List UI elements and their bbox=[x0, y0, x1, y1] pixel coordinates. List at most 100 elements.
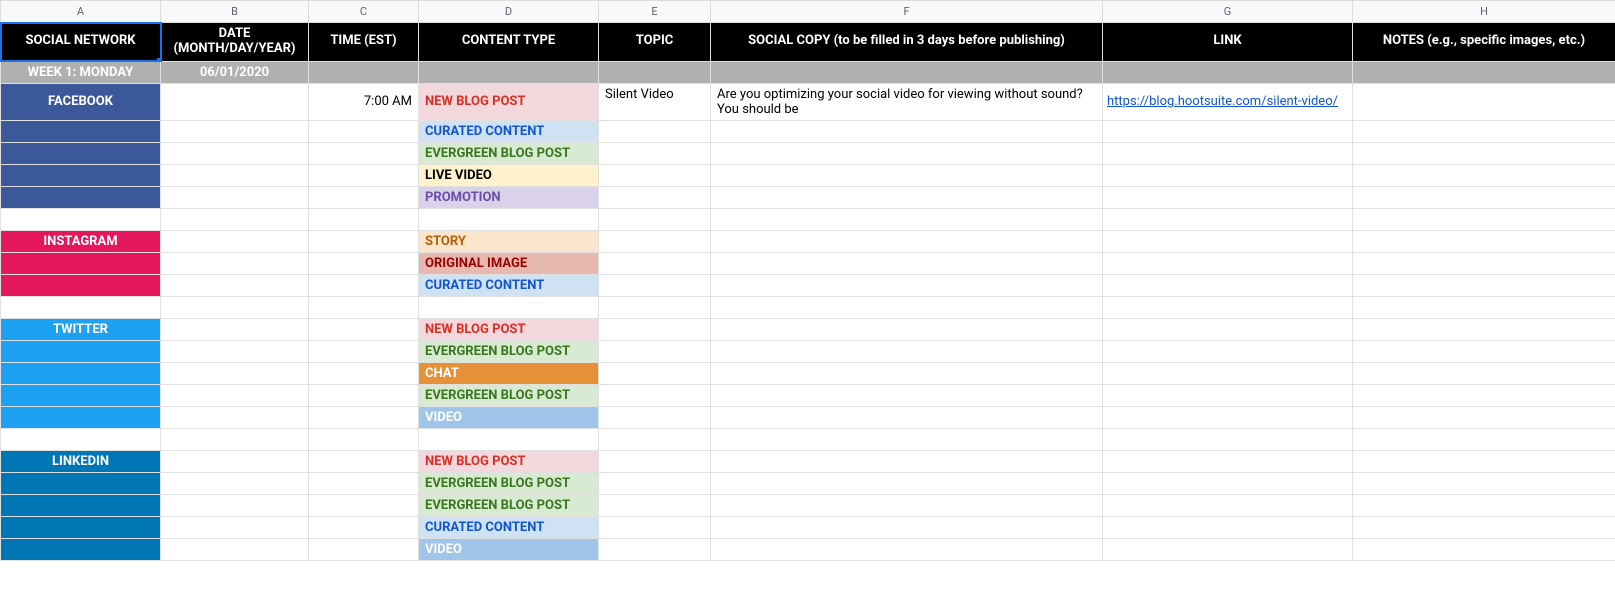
cell-c[interactable] bbox=[309, 428, 419, 450]
topic-cell[interactable] bbox=[599, 164, 711, 186]
date-cell[interactable] bbox=[161, 340, 309, 362]
header-content-type[interactable]: CONTENT TYPE bbox=[419, 23, 599, 62]
network-cell[interactable] bbox=[1, 340, 161, 362]
link-cell[interactable] bbox=[1103, 230, 1353, 252]
copy-cell[interactable] bbox=[711, 142, 1103, 164]
col-A[interactable]: A bbox=[1, 1, 161, 23]
notes-cell[interactable] bbox=[1353, 494, 1615, 516]
network-cell[interactable]: LINKEDIN bbox=[1, 450, 161, 472]
date-cell[interactable] bbox=[161, 230, 309, 252]
link-cell[interactable] bbox=[1103, 406, 1353, 428]
link-cell[interactable] bbox=[1103, 538, 1353, 560]
topic-cell[interactable] bbox=[599, 274, 711, 296]
notes-cell[interactable] bbox=[1353, 252, 1615, 274]
header-date[interactable]: DATE (MONTH/DAY/YEAR) bbox=[161, 23, 309, 62]
content-type-cell[interactable]: EVERGREEN BLOG POST bbox=[419, 142, 599, 164]
date-cell[interactable] bbox=[161, 538, 309, 560]
time-cell[interactable]: 7:00 AM bbox=[309, 83, 419, 120]
network-cell[interactable]: FACEBOOK bbox=[1, 83, 161, 120]
content-type-cell[interactable]: CHAT bbox=[419, 362, 599, 384]
network-cell[interactable] bbox=[1, 494, 161, 516]
header-link[interactable]: LINK bbox=[1103, 23, 1353, 62]
link-cell[interactable] bbox=[1103, 516, 1353, 538]
link[interactable]: https://blog.hootsuite.com/silent-video/ bbox=[1107, 94, 1338, 109]
topic-cell[interactable] bbox=[599, 120, 711, 142]
week-label[interactable]: WEEK 1: MONDAY bbox=[1, 61, 161, 83]
cell-g[interactable] bbox=[1103, 208, 1353, 230]
link-cell[interactable] bbox=[1103, 274, 1353, 296]
copy-cell[interactable] bbox=[711, 120, 1103, 142]
header-social-copy[interactable]: SOCIAL COPY (to be filled in 3 days befo… bbox=[711, 23, 1103, 62]
time-cell[interactable] bbox=[309, 494, 419, 516]
week-e[interactable] bbox=[599, 61, 711, 83]
notes-cell[interactable] bbox=[1353, 406, 1615, 428]
link-cell[interactable] bbox=[1103, 164, 1353, 186]
link-cell[interactable] bbox=[1103, 142, 1353, 164]
date-cell[interactable] bbox=[161, 450, 309, 472]
spreadsheet[interactable]: A B C D E F G H SOCIAL NETWORK DATE (MON… bbox=[0, 0, 1615, 561]
network-cell[interactable] bbox=[1, 252, 161, 274]
time-cell[interactable] bbox=[309, 538, 419, 560]
copy-cell[interactable] bbox=[711, 450, 1103, 472]
time-cell[interactable] bbox=[309, 362, 419, 384]
week-h[interactable] bbox=[1353, 61, 1615, 83]
topic-cell[interactable] bbox=[599, 318, 711, 340]
copy-cell[interactable] bbox=[711, 406, 1103, 428]
content-type-cell[interactable]: LIVE VIDEO bbox=[419, 164, 599, 186]
network-cell[interactable] bbox=[1, 516, 161, 538]
time-cell[interactable] bbox=[309, 450, 419, 472]
col-G[interactable]: G bbox=[1103, 1, 1353, 23]
copy-cell[interactable] bbox=[711, 362, 1103, 384]
date-cell[interactable] bbox=[161, 83, 309, 120]
topic-cell[interactable] bbox=[599, 340, 711, 362]
notes-cell[interactable] bbox=[1353, 318, 1615, 340]
date-cell[interactable] bbox=[161, 362, 309, 384]
network-cell[interactable] bbox=[1, 274, 161, 296]
cell-b[interactable] bbox=[161, 208, 309, 230]
notes-cell[interactable] bbox=[1353, 274, 1615, 296]
date-cell[interactable] bbox=[161, 318, 309, 340]
copy-cell[interactable] bbox=[711, 494, 1103, 516]
cell-d[interactable] bbox=[419, 428, 599, 450]
network-cell[interactable] bbox=[1, 472, 161, 494]
topic-cell[interactable]: Silent Video bbox=[599, 83, 711, 120]
cell-g[interactable] bbox=[1103, 428, 1353, 450]
copy-cell[interactable] bbox=[711, 164, 1103, 186]
link-cell[interactable] bbox=[1103, 186, 1353, 208]
time-cell[interactable] bbox=[309, 252, 419, 274]
topic-cell[interactable] bbox=[599, 252, 711, 274]
copy-cell[interactable] bbox=[711, 516, 1103, 538]
content-type-cell[interactable]: EVERGREEN BLOG POST bbox=[419, 494, 599, 516]
link-cell[interactable] bbox=[1103, 318, 1353, 340]
cell-h[interactable] bbox=[1353, 208, 1615, 230]
copy-cell[interactable] bbox=[711, 318, 1103, 340]
link-cell[interactable] bbox=[1103, 362, 1353, 384]
content-type-cell[interactable]: EVERGREEN BLOG POST bbox=[419, 472, 599, 494]
topic-cell[interactable] bbox=[599, 384, 711, 406]
topic-cell[interactable] bbox=[599, 494, 711, 516]
date-cell[interactable] bbox=[161, 142, 309, 164]
cell-c[interactable] bbox=[309, 296, 419, 318]
cell-h[interactable] bbox=[1353, 428, 1615, 450]
date-cell[interactable] bbox=[161, 252, 309, 274]
content-type-cell[interactable]: CURATED CONTENT bbox=[419, 274, 599, 296]
cell-a[interactable] bbox=[1, 296, 161, 318]
link-cell[interactable] bbox=[1103, 340, 1353, 362]
notes-cell[interactable] bbox=[1353, 516, 1615, 538]
network-cell[interactable] bbox=[1, 120, 161, 142]
content-type-cell[interactable]: NEW BLOG POST bbox=[419, 318, 599, 340]
col-B[interactable]: B bbox=[161, 1, 309, 23]
date-cell[interactable] bbox=[161, 406, 309, 428]
week-d[interactable] bbox=[419, 61, 599, 83]
time-cell[interactable] bbox=[309, 472, 419, 494]
notes-cell[interactable] bbox=[1353, 186, 1615, 208]
header-notes[interactable]: NOTES (e.g., specific images, etc.) bbox=[1353, 23, 1615, 62]
content-type-cell[interactable]: VIDEO bbox=[419, 406, 599, 428]
cell-d[interactable] bbox=[419, 296, 599, 318]
notes-cell[interactable] bbox=[1353, 164, 1615, 186]
content-type-cell[interactable]: ORIGINAL IMAGE bbox=[419, 252, 599, 274]
notes-cell[interactable] bbox=[1353, 120, 1615, 142]
copy-cell[interactable]: Are you optimizing your social video for… bbox=[711, 83, 1103, 120]
date-cell[interactable] bbox=[161, 384, 309, 406]
network-cell[interactable]: TWITTER bbox=[1, 318, 161, 340]
